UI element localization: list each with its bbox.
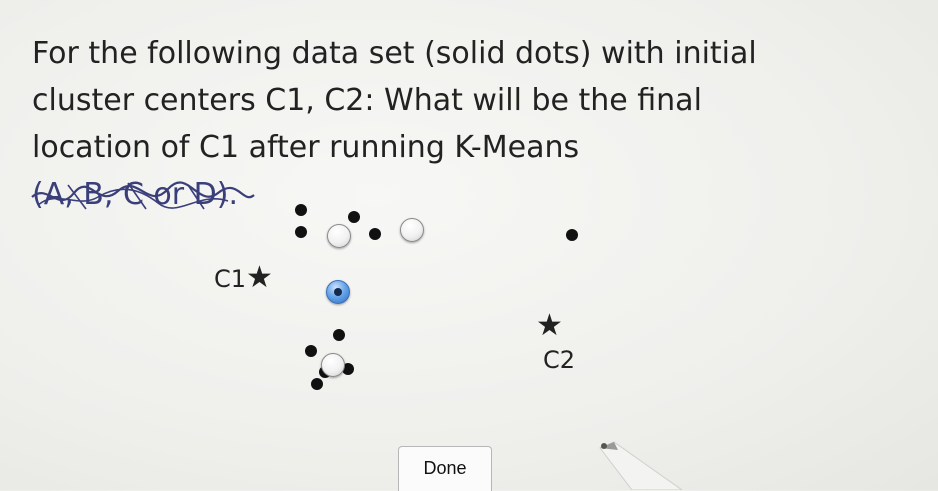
data-point	[305, 345, 317, 357]
scribble-ink	[31, 181, 255, 210]
c2-label: C2	[543, 346, 576, 374]
c1-star-icon: ★	[246, 260, 273, 295]
question-line-3-prefix: location of C1 after running K-Means	[32, 130, 580, 165]
question-line-3: location of C1 after running K-Means (A,…	[31, 124, 892, 218]
c2-star-glyph: ★	[536, 308, 563, 343]
pen-icon	[599, 441, 682, 490]
done-button[interactable]: Done	[398, 446, 492, 491]
radio-selected-dot	[334, 288, 342, 296]
data-point	[333, 329, 345, 341]
question-line-1: For the following data set (solid dots) …	[32, 36, 757, 71]
c1-label: C1	[214, 265, 247, 293]
data-point	[566, 229, 578, 241]
data-point	[295, 226, 307, 238]
data-point	[348, 211, 360, 223]
c2-star-icon: ★	[536, 308, 563, 343]
answer-option-c[interactable]	[326, 280, 350, 304]
answer-option-a[interactable]	[327, 224, 351, 248]
data-point	[369, 228, 381, 240]
data-point	[295, 204, 307, 216]
answer-option-d[interactable]	[321, 353, 345, 377]
data-point	[311, 378, 323, 390]
scribbled-out-text: (A, B, C or D).	[31, 171, 892, 218]
question-line-2: cluster centers C1, C2: What will be the…	[32, 83, 702, 118]
answer-option-b[interactable]	[400, 218, 424, 242]
c1-center: C1★	[214, 260, 273, 295]
question-text: For the following data set (solid dots) …	[31, 30, 892, 218]
